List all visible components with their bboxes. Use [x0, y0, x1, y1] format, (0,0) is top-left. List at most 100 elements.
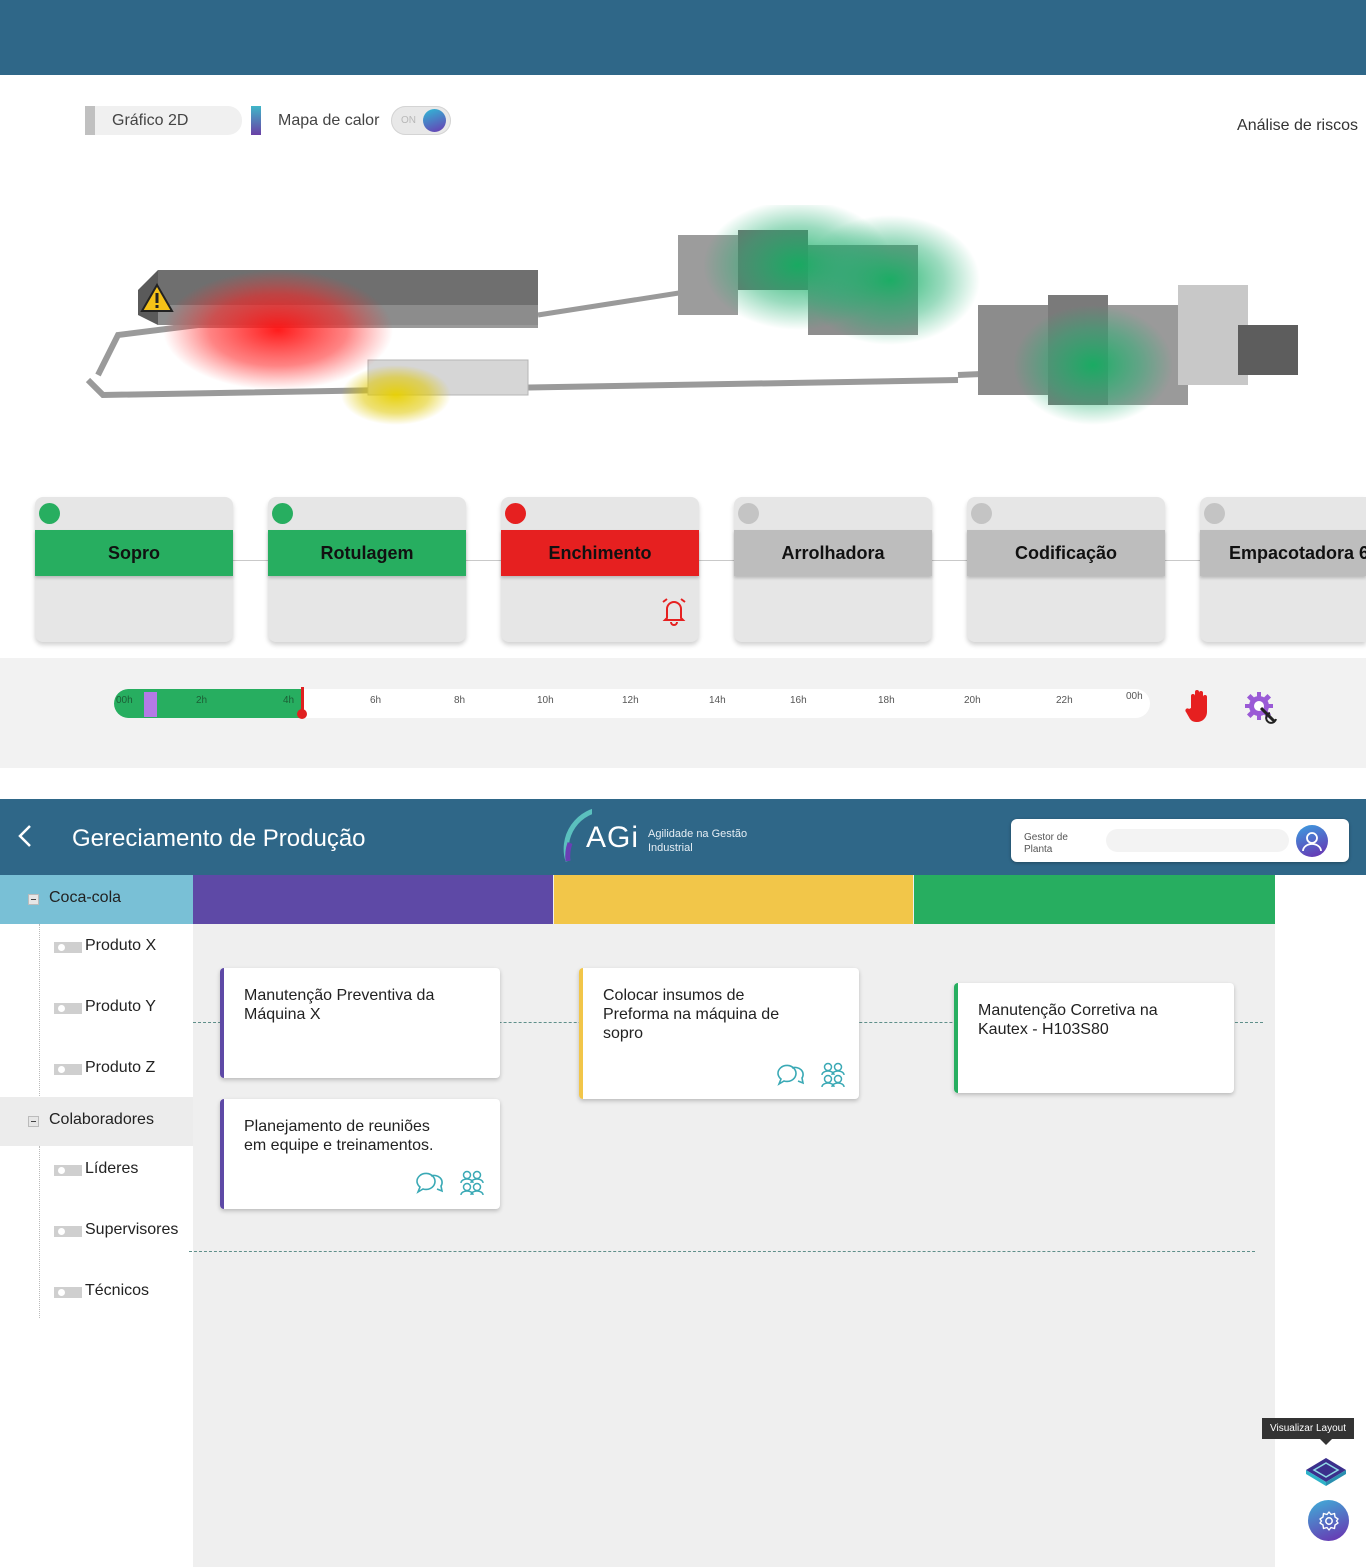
- settings-button[interactable]: [1308, 1500, 1349, 1541]
- timeline-tick: 14h: [709, 695, 726, 706]
- layout-view-icon[interactable]: [1302, 1454, 1350, 1490]
- task-card[interactable]: Colocar insumos de Preforma na máquina d…: [579, 968, 859, 1099]
- timeline-tick: 18h: [878, 695, 895, 706]
- station-enchimento[interactable]: Enchimento: [501, 497, 699, 642]
- task-card[interactable]: Manutenção Preventiva da Máquina X: [220, 968, 500, 1078]
- page-title: Gereciamento de Produção: [72, 825, 366, 852]
- tree-item-produto-z[interactable]: Produto Z: [0, 1055, 193, 1085]
- logo-subtitle-line: Agilidade na Gestão: [648, 828, 748, 840]
- stop-hand-icon[interactable]: [1185, 688, 1213, 724]
- card-stripe: [220, 1099, 224, 1209]
- status-dot: [971, 503, 992, 524]
- timeline-cursor-handle[interactable]: [297, 709, 307, 719]
- logo-text: AGi: [586, 821, 640, 854]
- timeline-track[interactable]: 00h 2h 4h 6h 8h 10h 12h 14h 16h 18h 20h …: [114, 687, 1150, 719]
- toggle-switch[interactable]: [54, 1226, 82, 1237]
- timeline-tick: 10h: [537, 695, 554, 706]
- station-connector: [699, 560, 734, 561]
- station-connector: [932, 560, 967, 561]
- chat-icon[interactable]: [775, 1062, 805, 1088]
- toggle-switch[interactable]: [54, 1287, 82, 1298]
- station-connector: [466, 560, 501, 561]
- production-header: Gereciamento de Produção AGi Agilidade n…: [0, 799, 1366, 875]
- avatar[interactable]: [1296, 825, 1328, 857]
- collapse-icon[interactable]: [28, 1116, 39, 1127]
- tree-item-label: Supervisores: [85, 1221, 179, 1238]
- chat-icon[interactable]: [414, 1170, 444, 1196]
- tree-item-tecnicos[interactable]: Técnicos: [0, 1278, 193, 1308]
- station-arrolhadora[interactable]: Arrolhadora: [734, 497, 932, 642]
- status-dot: [272, 503, 293, 524]
- switch-on-label: ON: [401, 115, 416, 126]
- team-icon[interactable]: [458, 1170, 486, 1196]
- tree-item-label: Produto X: [85, 937, 157, 954]
- team-icon[interactable]: [819, 1062, 847, 1088]
- station-codificacao[interactable]: Codificação: [967, 497, 1165, 642]
- toggle-switch[interactable]: [54, 942, 82, 953]
- graph-2d-label: Gráfico 2D: [112, 111, 189, 129]
- station-sopro[interactable]: Sopro: [35, 497, 233, 642]
- station-connector: [233, 560, 268, 561]
- switch-knob: [423, 109, 446, 132]
- top-bar: [0, 0, 1366, 75]
- toggle-switch[interactable]: [54, 1003, 82, 1014]
- status-dot: [39, 503, 60, 524]
- heatmap-indicator: [251, 106, 261, 135]
- kanban-board: Manutenção Preventiva da Máquina X Plane…: [189, 875, 1275, 1567]
- toggle-switch[interactable]: [54, 1064, 82, 1075]
- tree-item-label: Líderes: [85, 1160, 139, 1177]
- heatmap-toggle[interactable]: Mapa de calor ON: [251, 106, 451, 135]
- heatmap-switch[interactable]: ON: [391, 106, 451, 135]
- graph-2d-toggle[interactable]: Gráfico 2D: [85, 106, 242, 135]
- tree-item-lideres[interactable]: Líderes: [0, 1156, 193, 1186]
- station-name: Codificação: [967, 530, 1165, 576]
- user-role-line: Planta: [1024, 844, 1053, 855]
- tree-group-label: Colaboradores: [49, 1111, 154, 1128]
- back-arrow-icon[interactable]: [16, 823, 34, 849]
- timeline-tick: 00h: [1126, 691, 1143, 702]
- timeline-tick: 12h: [622, 695, 639, 706]
- task-card[interactable]: Planejamento de reuniões em equipe e tre…: [220, 1099, 500, 1209]
- card-actions: [414, 1170, 486, 1196]
- tree-item-label: Produto Z: [85, 1059, 156, 1076]
- station-rotulagem[interactable]: Rotulagem: [268, 497, 466, 642]
- heatmap-label: Mapa de calor: [278, 111, 380, 129]
- card-text: Planejamento de reuniões em equipe e tre…: [244, 1118, 434, 1154]
- timeline-tick: 2h: [196, 695, 208, 706]
- tree-group-colaboradores[interactable]: Colaboradores: [0, 1097, 193, 1146]
- station-name: Arrolhadora: [734, 530, 932, 576]
- tree-sidebar: Coca-cola Produto X Produto Y Produto Z …: [0, 875, 193, 1567]
- timeline-panel: 00h 2h 4h 6h 8h 10h 12h 14h 16h 18h 20h …: [0, 658, 1366, 768]
- tree-item-produto-y[interactable]: Produto Y: [0, 994, 193, 1024]
- user-search-input[interactable]: [1106, 829, 1289, 852]
- status-dot: [738, 503, 759, 524]
- timeline-tick: 16h: [790, 695, 807, 706]
- user-role-line: Gestor de: [1024, 832, 1068, 843]
- station-name: Enchimento: [501, 530, 699, 576]
- alarm-bell-icon[interactable]: [660, 596, 688, 626]
- tree-group-label: Coca-cola: [49, 889, 122, 906]
- user-role: Gestor de Planta: [1024, 832, 1094, 856]
- card-actions: [775, 1062, 847, 1088]
- timeline-marker[interactable]: [144, 692, 157, 717]
- logo-subtitle: Agilidade na Gestão Industrial: [648, 827, 747, 855]
- tree-group-coca-cola[interactable]: Coca-cola: [0, 875, 193, 924]
- timeline-tick: 4h: [283, 695, 295, 706]
- tree-item-supervisores[interactable]: Supervisores: [0, 1217, 193, 1247]
- risk-analysis-link[interactable]: Análise de riscos: [1237, 117, 1358, 135]
- station-empacotadora[interactable]: Empacotadora 6: [1200, 497, 1366, 642]
- station-name: Rotulagem: [268, 530, 466, 576]
- column-header-yellow: [554, 875, 913, 924]
- maintenance-gear-icon[interactable]: [1244, 691, 1278, 725]
- user-box[interactable]: Gestor de Planta: [1011, 819, 1349, 862]
- status-dot: [1204, 503, 1225, 524]
- card-stripe: [579, 968, 583, 1099]
- timeline-tick: 00h: [116, 695, 133, 706]
- collapse-icon[interactable]: [28, 894, 39, 905]
- tree-item-produto-x[interactable]: Produto X: [0, 933, 193, 963]
- warning-icon[interactable]: [140, 283, 174, 313]
- toggle-switch[interactable]: [54, 1165, 82, 1176]
- task-card[interactable]: Manutenção Corretiva na Kautex - H103S80: [954, 983, 1234, 1093]
- timeline-tick: 22h: [1056, 695, 1073, 706]
- station-connector: [1165, 560, 1200, 561]
